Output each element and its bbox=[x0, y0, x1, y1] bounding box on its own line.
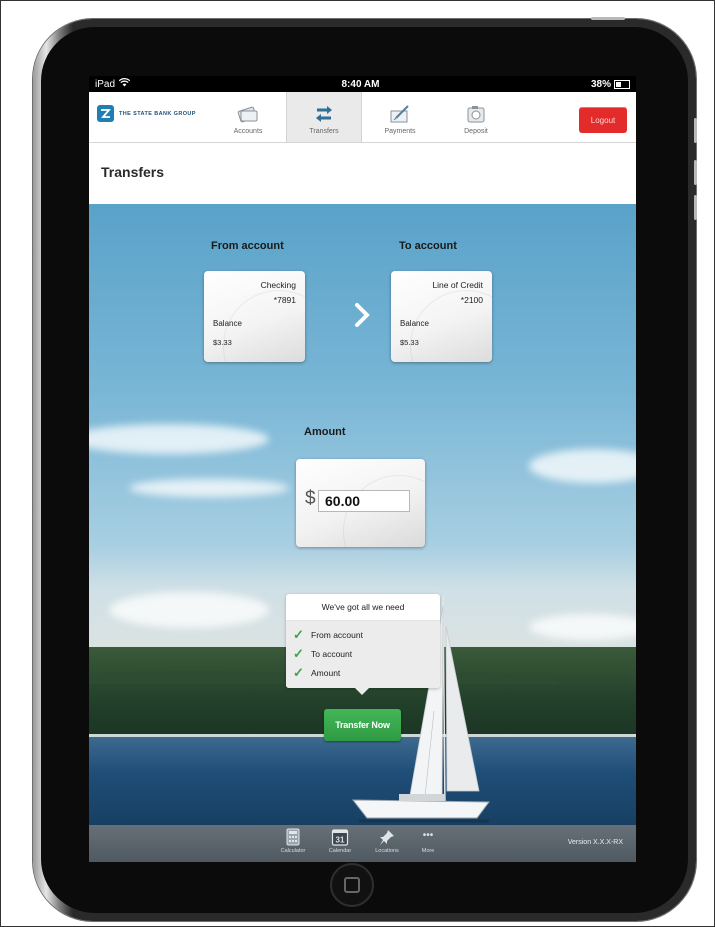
more-button[interactable]: ••• More bbox=[411, 828, 445, 860]
currency-sign: $ bbox=[305, 488, 316, 509]
tab-label: Deposit bbox=[464, 128, 488, 135]
checklist-popover: We've got all we need ✓ From account ✓ T… bbox=[286, 594, 440, 695]
cloud bbox=[109, 592, 269, 628]
tab-label: Payments bbox=[384, 128, 416, 135]
sailboat-background: From account To account Checking *7891 B… bbox=[89, 204, 636, 825]
popover-pointer bbox=[355, 688, 369, 695]
to-balance-value: $5.33 bbox=[400, 338, 419, 347]
checklist-item-label: From account bbox=[311, 629, 363, 640]
tab-payments[interactable]: Payments bbox=[362, 92, 438, 142]
tab-label: Transfers bbox=[309, 128, 339, 135]
from-account-name: Checking bbox=[260, 280, 296, 290]
volume-up-button bbox=[694, 160, 697, 185]
battery-icon bbox=[613, 79, 630, 89]
calendar-icon: 31 bbox=[331, 829, 349, 846]
home-button[interactable] bbox=[330, 863, 374, 907]
checklist-item: ✓ From account bbox=[286, 625, 440, 644]
more-dots-icon: ••• bbox=[422, 830, 434, 841]
to-account-heading: To account bbox=[399, 240, 457, 252]
bottom-item-label: Locations bbox=[375, 848, 399, 854]
from-account-card[interactable]: Checking *7891 Balance $3.33 bbox=[204, 271, 305, 362]
amount-panel: $ 60.00 bbox=[296, 459, 425, 547]
checklist-body: ✓ From account ✓ To account ✓ Amount bbox=[286, 621, 440, 688]
pushpin-icon bbox=[380, 830, 394, 845]
transfer-now-button[interactable]: Transfer Now bbox=[324, 709, 401, 741]
battery-percent: 38% bbox=[590, 78, 611, 90]
from-balance-label: Balance bbox=[213, 319, 242, 328]
page-header: Transfers bbox=[89, 143, 636, 205]
logout-button[interactable]: Logout bbox=[579, 107, 627, 133]
mute-switch bbox=[694, 118, 697, 143]
checklist-item-label: To account bbox=[311, 648, 353, 659]
to-account-number: *2100 bbox=[460, 295, 483, 305]
logo-mark-icon bbox=[97, 105, 114, 122]
tab-transfers[interactable]: Transfers bbox=[286, 92, 362, 142]
version-label: Version X.X.X-RX bbox=[567, 839, 623, 846]
checkmark-icon: ✓ bbox=[293, 664, 304, 680]
checklist-title: We've got all we need bbox=[286, 594, 440, 621]
bottom-item-label: Calculator bbox=[280, 848, 306, 854]
wifi-icon bbox=[118, 78, 131, 90]
status-time: 8:40 AM bbox=[341, 78, 380, 90]
cloud bbox=[529, 614, 636, 640]
cloud bbox=[89, 424, 269, 454]
transfer-arrows-icon bbox=[316, 106, 332, 122]
top-navigation: THE STATE BANK GROUP Accounts Transfers … bbox=[89, 92, 636, 143]
bottom-item-label: More bbox=[421, 848, 435, 854]
tab-label: Accounts bbox=[233, 128, 263, 135]
calculator-button[interactable]: Calculator bbox=[276, 828, 310, 860]
status-right: 38% bbox=[591, 79, 630, 90]
checklist-item: ✓ Amount bbox=[286, 663, 440, 682]
status-bar: iPad 8:40 AM 38% bbox=[89, 76, 636, 92]
checklist-item: ✓ To account bbox=[286, 644, 440, 663]
tab-accounts[interactable]: Accounts bbox=[210, 92, 286, 142]
bank-logo[interactable]: THE STATE BANK GROUP bbox=[97, 105, 196, 122]
calculator-icon bbox=[286, 828, 300, 846]
from-account-heading: From account bbox=[211, 240, 284, 252]
app-screen: iPad 8:40 AM 38% THE STATE BANK GROUP Ac… bbox=[89, 76, 636, 862]
home-square-icon bbox=[344, 877, 360, 893]
to-balance-label: Balance bbox=[400, 319, 429, 328]
card-icon bbox=[237, 106, 258, 123]
amount-input[interactable]: 60.00 bbox=[318, 490, 410, 512]
chevron-right-icon bbox=[355, 303, 370, 327]
checkmark-icon: ✓ bbox=[293, 645, 304, 661]
checklist-item-label: Amount bbox=[311, 667, 341, 678]
bottom-item-label: Calendar bbox=[328, 848, 352, 854]
amount-heading: Amount bbox=[304, 426, 346, 438]
camera-icon bbox=[467, 106, 485, 123]
from-account-number: *7891 bbox=[273, 295, 296, 305]
page-title: Transfers bbox=[101, 164, 165, 180]
bottom-toolbar: Calculator 31 Calendar Locations ••• Mor… bbox=[89, 825, 636, 862]
cloud bbox=[129, 479, 289, 497]
locations-button[interactable]: Locations bbox=[370, 828, 404, 860]
checkmark-icon: ✓ bbox=[293, 626, 304, 642]
calendar-button[interactable]: 31 Calendar bbox=[323, 828, 357, 860]
to-account-card[interactable]: Line of Credit *2100 Balance $5.33 bbox=[391, 271, 492, 362]
status-left: iPad bbox=[95, 78, 131, 90]
volume-down-button bbox=[694, 195, 697, 220]
to-account-name: Line of Credit bbox=[432, 280, 483, 290]
calendar-badge: 31 bbox=[336, 836, 345, 845]
cloud bbox=[529, 449, 636, 483]
bank-name: THE STATE BANK GROUP bbox=[119, 110, 196, 117]
tab-deposit[interactable]: Deposit bbox=[438, 92, 514, 142]
power-button bbox=[591, 17, 625, 20]
from-balance-value: $3.33 bbox=[213, 338, 232, 347]
device-label: iPad bbox=[95, 78, 116, 90]
payment-icon bbox=[390, 105, 409, 123]
